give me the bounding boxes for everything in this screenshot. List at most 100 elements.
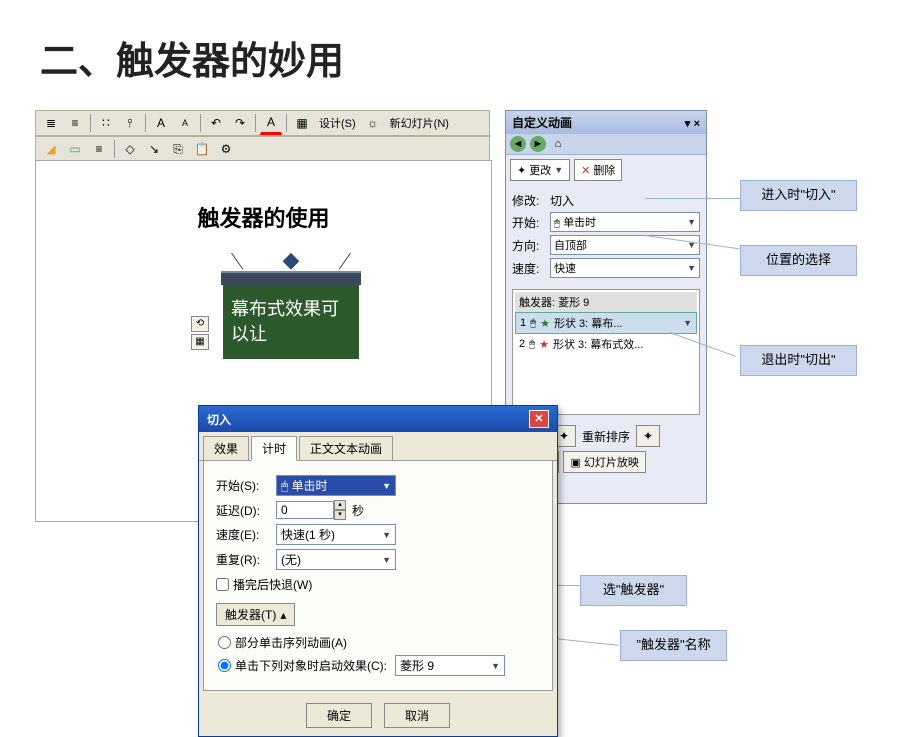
delay-spinner[interactable]: ▴▾ [334,500,346,520]
paste-icon[interactable]: 📋 [191,138,213,160]
delay-input[interactable]: 0 [276,501,334,519]
callout-entry: 进入时"切入" [740,180,857,211]
dialog-title-text: 切入 [207,411,231,428]
start-label: 开始: [512,214,550,231]
start-select[interactable]: 🖱 单击时 ▼ [550,212,700,232]
radio-input[interactable] [218,636,231,649]
tab-effect[interactable]: 效果 [203,436,249,460]
close-icon[interactable]: ✕ [529,410,549,428]
item-number: 2 [519,338,525,350]
animation-list: 触发器: 菱形 9 1 🖱 ★ 形状 3: 幕布... ▼ 2 🖱 ★ 形状 3… [512,289,700,415]
forward-icon[interactable]: ► [530,136,546,152]
numbering-icon[interactable]: ⫯ [119,112,141,134]
exit-star-icon: ★ [539,338,549,351]
mouse-icon: 🖱 [281,479,288,493]
design-icon[interactable]: ▦ [291,112,313,134]
back-icon[interactable]: ◄ [510,136,526,152]
collapse-up-icon: ▴ [280,608,286,622]
mouse-icon: 🖱 [530,318,536,329]
chevron-down-icon: ▼ [382,555,391,565]
design-button[interactable]: 设计(S) [315,115,360,131]
trigger-list-header: 触发器: 菱形 9 [515,292,697,312]
list-item[interactable]: 1 🖱 ★ 形状 3: 幕布... ▼ [515,312,697,334]
speed-select[interactable]: 快速(1 秒) ▼ [276,524,396,545]
text-icon[interactable]: ≡ [88,138,110,160]
checkbox-input[interactable] [216,578,229,591]
pane-title: 自定义动画 [512,114,572,131]
slide-handles: ⟲ ▦ [191,316,209,350]
slideshow-button[interactable]: ▣ 幻灯片放映 [563,451,645,473]
undo-icon[interactable]: ↶ [205,112,227,134]
tool-icon[interactable]: ⚙ [215,138,237,160]
dialog-titlebar: 切入 ✕ [199,406,557,432]
rewind-checkbox[interactable]: 播完后快退(W) [216,576,540,593]
callout-position: 位置的选择 [740,245,857,276]
hanger-shape[interactable]: ◆ 幕布式效果可以让 [221,271,361,359]
item-number: 1 [520,317,526,329]
font-large-icon[interactable]: A [150,112,172,134]
close-icon[interactable]: × [694,118,700,130]
tab-timing[interactable]: 计时 [251,436,297,461]
start-select[interactable]: 🖱 单击时 ▼ [276,475,396,496]
indent-icon[interactable]: ≣ [40,112,62,134]
page-title: 二、触发器的妙用 [0,0,920,95]
pane-body: 修改: 切入 开始: 🖱 单击时 ▼ 方向: 自顶部 ▼ 速度: 快速 ▼ [506,185,706,285]
chevron-down-icon: ▼ [382,530,391,540]
new-slide-button[interactable]: 新幻灯片(N) [386,115,453,131]
new-slide-icon[interactable]: ☼ [362,112,384,134]
speed-select[interactable]: 快速 ▼ [550,258,700,278]
line-color-icon[interactable]: ▭ [64,138,86,160]
handle-icon[interactable]: ⟲ [191,316,209,332]
dropdown-icon[interactable]: ▾ [685,118,691,130]
outdent-icon[interactable]: ≡ [64,112,86,134]
speed-label: 速度: [512,260,550,277]
dialog-tabs: 效果 计时 正文文本动画 [199,432,557,461]
tab-text-anim[interactable]: 正文文本动画 [299,436,393,460]
handle-icon[interactable]: ▦ [191,334,209,350]
toolbar-area: ≣ ≡ ∷ ⫯ A A ↶ ↷ A ▦ 设计(S) ☼ 新幻灯片(N) ◢ ▭ … [35,110,490,162]
callout-trigger-btn: 选"触发器" [580,575,687,606]
delay-unit: 秒 [352,502,364,519]
radio-start-on-click[interactable]: 单击下列对象时启动效果(C): 菱形 9 ▼ [218,655,540,676]
speed-label: 速度(E): [216,526,276,543]
pane-nav: ◄ ► ⌂ [506,134,706,155]
font-small-icon[interactable]: A [174,112,196,134]
repeat-label: 重复(R): [216,551,276,568]
entrance-star-icon: ★ [540,317,550,330]
font-color-icon[interactable]: A [260,111,282,135]
redo-icon[interactable]: ↷ [229,112,251,134]
toolbar-row-2: ◢ ▭ ≡ ◇ ↘ ⎘ 📋 ⚙ [35,136,490,162]
trigger-object-select[interactable]: 菱形 9 ▼ [395,655,505,676]
delete-button[interactable]: ✕ 删除 [574,159,622,181]
slide-title: 触发器的使用 [36,201,491,233]
copy-icon[interactable]: ⎘ [167,138,189,160]
shape-icon[interactable]: ◇ [119,138,141,160]
callout-trigger-name: "触发器"名称 [620,630,727,661]
change-icon: ✦ [517,164,526,177]
chevron-down-icon[interactable]: ▼ [683,318,692,328]
curtain-text-box[interactable]: 幕布式效果可以让 [223,285,359,359]
modify-label: 修改: [512,192,550,209]
repeat-select[interactable]: (无) ▼ [276,549,396,570]
radio-partial-click[interactable]: 部分单击序列动画(A) [218,634,540,651]
item-text: 形状 3: 幕布式效... [553,336,643,352]
connector-icon[interactable]: ↘ [143,138,165,160]
home-icon[interactable]: ⌂ [550,136,566,152]
color-icon[interactable]: ◢ [40,138,62,160]
item-text: 形状 3: 幕布... [554,315,622,331]
modify-value: 切入 [550,192,700,209]
direction-label: 方向: [512,237,550,254]
trigger-button[interactable]: 触发器(T) ▴ [216,603,295,626]
ok-button[interactable]: 确定 [306,703,372,728]
move-down-button[interactable]: ✦ [636,425,660,447]
chevron-down-icon: ▼ [491,661,500,671]
pane-toolbar: ✦ 更改 ▼ ✕ 删除 [506,155,706,185]
mouse-icon: 🖱 [529,339,535,350]
chevron-down-icon: ▼ [382,481,391,491]
radio-input[interactable] [218,659,231,672]
list-item[interactable]: 2 🖱 ★ 形状 3: 幕布式效... [515,334,697,354]
cancel-button[interactable]: 取消 [384,703,450,728]
change-button[interactable]: ✦ 更改 ▼ [510,159,570,181]
direction-select[interactable]: 自顶部 ▼ [550,235,700,255]
bullet-icon[interactable]: ∷ [95,112,117,134]
